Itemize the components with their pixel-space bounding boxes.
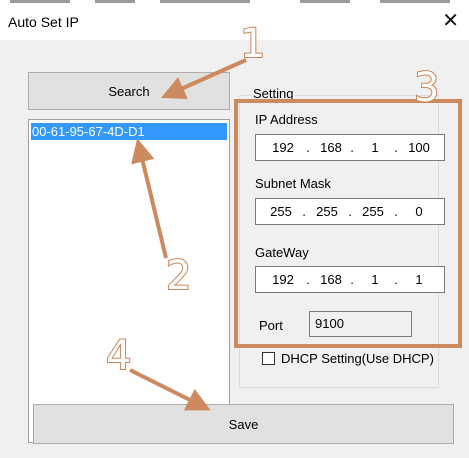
arrow-4 (129, 368, 211, 411)
annotation-number-1: 1 (239, 21, 266, 67)
arrow-2 (131, 138, 168, 259)
annotation-number-2: 2 (165, 253, 192, 299)
annotation-arrows (129, 58, 247, 411)
annotation-number-3: 3 (413, 65, 440, 111)
arrow-1 (161, 58, 247, 100)
annotation-number-4: 4 (105, 333, 132, 379)
